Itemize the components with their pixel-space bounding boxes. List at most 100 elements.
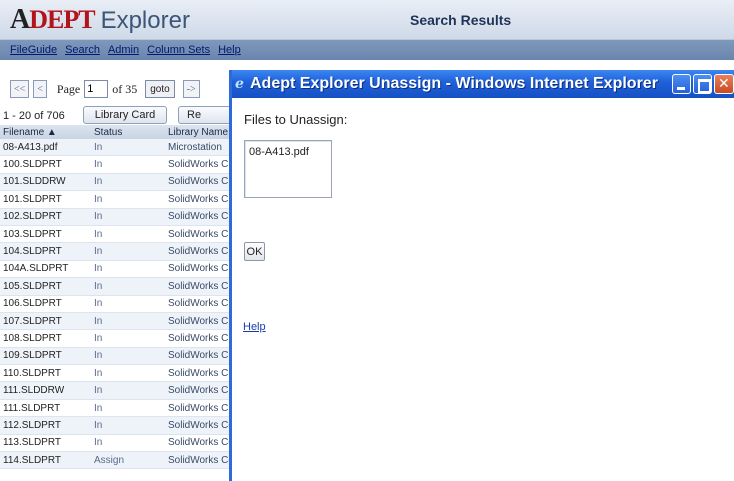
logo-dept: DEPT: [29, 5, 95, 34]
library-name-text: SolidWorks C: [168, 159, 229, 171]
library-name-text: SolidWorks C: [168, 211, 229, 223]
menu-search[interactable]: Search: [65, 44, 100, 56]
cell-status: In: [94, 402, 103, 414]
cell-status: In: [94, 437, 103, 449]
cell-filename: 114.SLDPRT: [3, 454, 61, 466]
cell-filename: 113.SLDPRT: [3, 437, 61, 449]
cell-status: In: [94, 141, 103, 153]
close-button[interactable]: [714, 74, 734, 94]
cell-status: In: [94, 193, 103, 205]
cell-status: In: [94, 228, 103, 240]
minimize-button[interactable]: [672, 74, 691, 94]
page-total-label: of 35: [112, 81, 138, 96]
cell-library-name: SolidWorks C: [163, 403, 228, 414]
cell-filename: 108.SLDPRT: [3, 332, 62, 344]
cell-status: In: [94, 332, 103, 344]
cell-filename: 110.SLDPRT: [3, 367, 61, 379]
prev-page-button[interactable]: <: [33, 80, 47, 98]
cell-status: In: [94, 246, 103, 258]
cell-library-name: SolidWorks C: [163, 211, 228, 222]
cell-filename: 102.SLDPRT: [3, 211, 62, 223]
cell-filename: 08-A413.pdf: [3, 141, 58, 153]
first-page-button[interactable]: <<: [10, 80, 30, 98]
maximize-button[interactable]: [693, 74, 712, 94]
cell-status: In: [94, 350, 103, 362]
popup-title: Adept Explorer Unassign - Windows Intern…: [250, 75, 658, 92]
help-link[interactable]: Help: [243, 321, 266, 333]
library-name-text: SolidWorks C: [168, 367, 229, 379]
cell-library-name: SolidWorks C: [163, 368, 228, 379]
cell-filename: 111.SLDDRW: [3, 385, 65, 397]
cell-library-name: SolidWorks C: [163, 229, 228, 240]
files-listbox[interactable]: 08-A413.pdf: [244, 140, 332, 198]
logo-letter-a: A: [10, 4, 30, 35]
list-item[interactable]: 08-A413.pdf: [249, 146, 327, 158]
next-page-button[interactable]: ->: [182, 80, 200, 98]
cell-library-name: SolidWorks C: [163, 176, 228, 187]
library-card-button[interactable]: Library Card: [83, 106, 167, 124]
cell-filename: 106.SLDPRT: [3, 298, 62, 310]
app-header: A DEPT Explorer Search Results: [0, 0, 734, 40]
cell-filename: 107.SLDPRT: [3, 315, 62, 327]
library-name-text: SolidWorks C: [168, 385, 229, 397]
cell-library-name: SolidWorks C: [163, 159, 228, 170]
column-header-library-name[interactable]: Library Name: [163, 127, 228, 138]
cell-library-name: Microstation: [163, 142, 222, 153]
cell-status: In: [94, 280, 103, 292]
cell-library-name: SolidWorks C: [163, 281, 228, 292]
cell-library-name: SolidWorks C: [163, 194, 228, 205]
menu-admin[interactable]: Admin: [108, 44, 139, 56]
results-count: 1 - 20 of 706: [3, 110, 65, 122]
menu-fileguide[interactable]: FileGuide: [10, 44, 57, 56]
cell-filename: 104A.SLDPRT: [3, 263, 69, 275]
library-name-text: SolidWorks C: [168, 332, 229, 344]
cell-status: In: [94, 385, 103, 397]
cell-filename: 101.SLDDRW: [3, 176, 66, 188]
goto-button[interactable]: goto: [145, 80, 175, 98]
cell-library-name: SolidWorks C: [163, 298, 228, 309]
cell-filename: 111.SLDPRT: [3, 402, 61, 414]
cell-library-name: SolidWorks C: [163, 263, 228, 274]
library-name-text: SolidWorks C: [168, 246, 229, 258]
library-name-text: Microstation: [168, 141, 222, 153]
library-name-text: SolidWorks C: [168, 280, 229, 292]
files-to-unassign-label: Files to Unassign:: [244, 112, 348, 127]
cell-status: Assign: [94, 454, 125, 466]
cell-filename: 103.SLDPRT: [3, 228, 62, 240]
ok-button[interactable]: OK: [244, 242, 265, 261]
cell-library-name: SolidWorks C: [163, 350, 228, 361]
cell-filename: 105.SLDPRT: [3, 280, 62, 292]
cell-library-name: SolidWorks C: [163, 333, 228, 344]
cell-library-name: SolidWorks C: [163, 385, 228, 396]
cell-library-name: SolidWorks C: [163, 246, 228, 257]
cell-filename: 112.SLDPRT: [3, 419, 61, 431]
library-name-text: SolidWorks C: [168, 263, 229, 275]
cell-filename: 100.SLDPRT: [3, 159, 62, 171]
unassign-popup-window: e Adept Explorer Unassign - Windows Inte…: [229, 70, 734, 481]
cell-status: In: [94, 263, 103, 275]
internet-explorer-icon: e: [235, 76, 244, 92]
library-name-text: SolidWorks C: [168, 228, 229, 240]
cell-status: In: [94, 211, 103, 223]
column-header-status[interactable]: Status: [88, 127, 163, 138]
cell-library-name: SolidWorks C: [163, 316, 228, 327]
page-title: Search Results: [410, 12, 512, 28]
library-name-text: SolidWorks C: [168, 298, 229, 310]
popup-titlebar[interactable]: e Adept Explorer Unassign - Windows Inte…: [232, 70, 734, 98]
cell-status: In: [94, 159, 103, 171]
page-number-input[interactable]: [84, 80, 109, 98]
column-header-filename[interactable]: Filename ▲: [0, 127, 88, 138]
cell-status: In: [94, 315, 103, 327]
library-name-text: SolidWorks C: [168, 193, 229, 205]
cell-status: In: [94, 176, 103, 188]
logo-explorer-text: Explorer: [100, 7, 190, 34]
adept-explorer-logo: A DEPT Explorer: [10, 4, 190, 36]
library-name-text: SolidWorks C: [168, 176, 229, 188]
library-name-text: SolidWorks C: [168, 350, 229, 362]
menu-help[interactable]: Help: [218, 44, 241, 56]
menu-bar: FileGuide Search Admin Column Sets Help: [0, 40, 734, 60]
page-label: Page: [56, 81, 81, 96]
library-name-text: SolidWorks C: [168, 315, 229, 327]
cell-status: In: [94, 419, 103, 431]
menu-column-sets[interactable]: Column Sets: [147, 44, 210, 56]
